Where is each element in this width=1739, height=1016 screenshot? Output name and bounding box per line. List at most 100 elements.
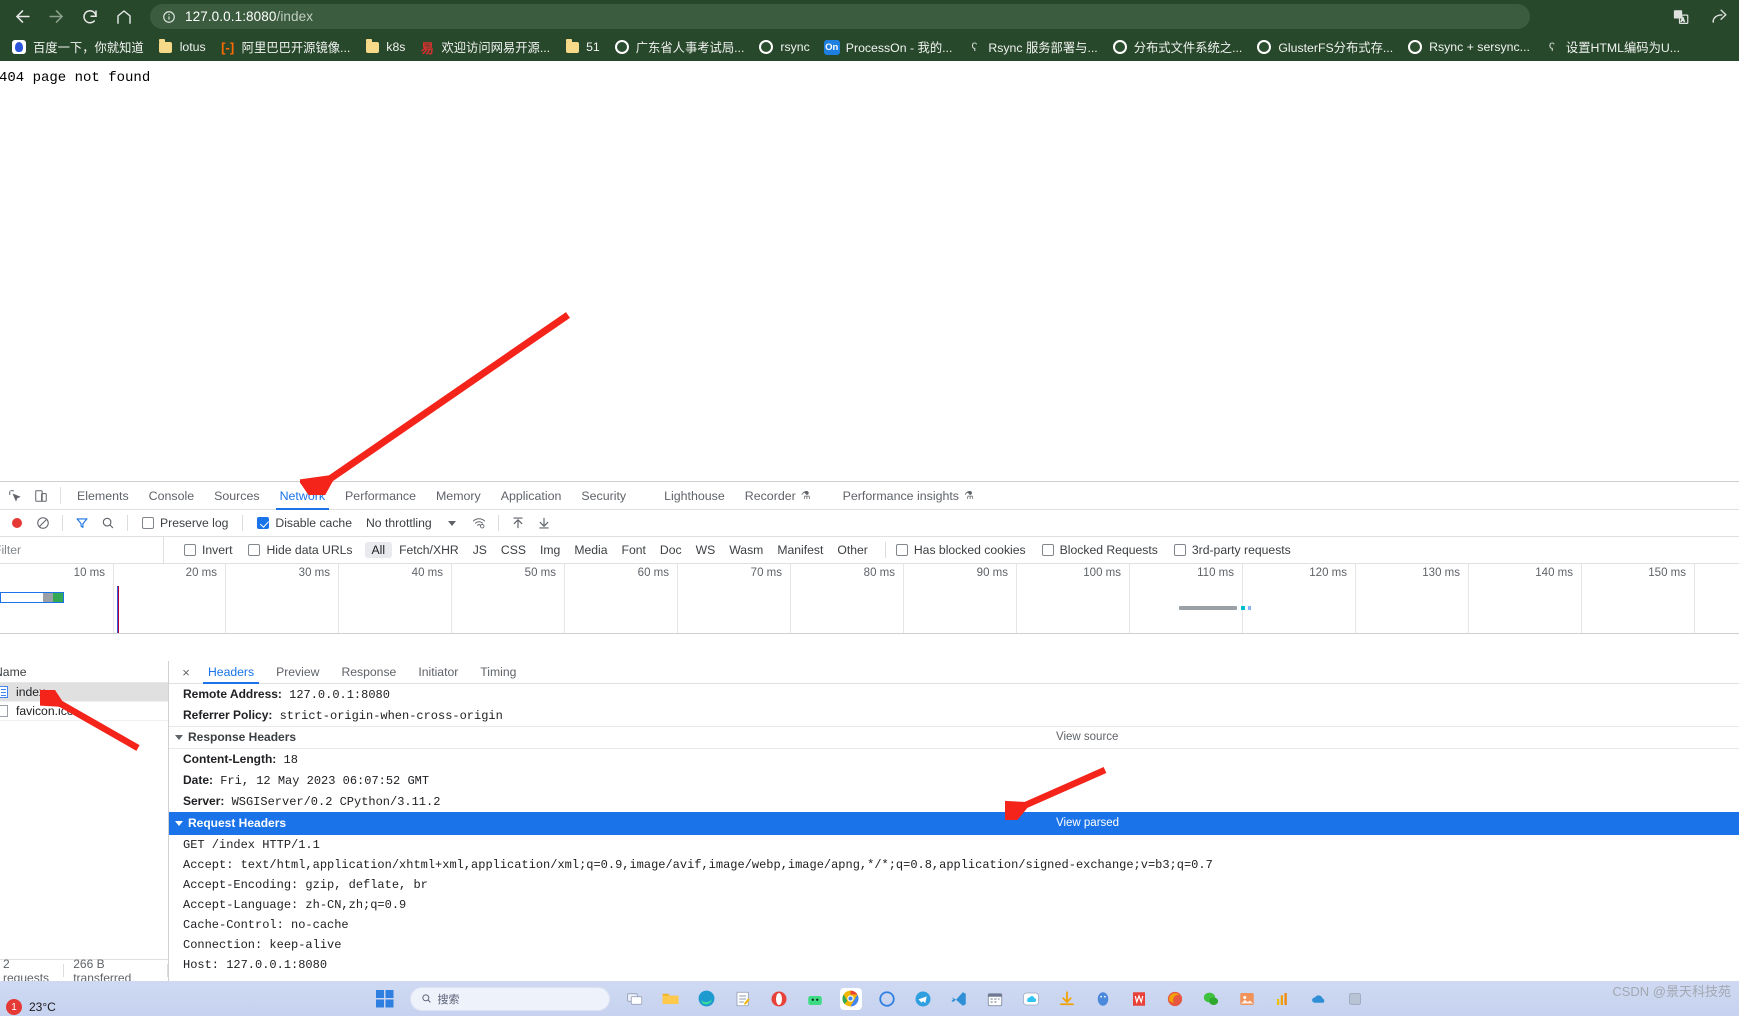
request-row-index[interactable]: index (0, 683, 168, 702)
preserve-log-checkbox[interactable]: Preserve log (134, 516, 236, 530)
share-icon[interactable] (1705, 3, 1733, 31)
checkbox-box[interactable] (1173, 544, 1186, 556)
forward-button[interactable] (40, 2, 72, 32)
record-button[interactable] (4, 511, 30, 535)
photos-icon[interactable] (1236, 988, 1258, 1010)
filter-type-img[interactable]: Img (533, 542, 567, 558)
start-button-icon[interactable] (374, 988, 396, 1010)
third-party-requests-checkbox[interactable]: 3rd-party requests (1166, 543, 1299, 557)
bookmark-item[interactable]: 百度一下，你就知道 (4, 36, 151, 58)
bookmark-item[interactable]: 分布式文件系统之... (1105, 36, 1250, 58)
bookmark-item[interactable]: ʕ Rsync 服务部署与... (959, 36, 1104, 58)
download-manager-icon[interactable] (1056, 988, 1078, 1010)
bookmark-item[interactable]: On ProcessOn - 我的... (817, 36, 960, 58)
inspect-element-icon[interactable] (2, 482, 28, 509)
tab-network[interactable]: Network (270, 482, 335, 510)
filter-type-wasm[interactable]: Wasm (722, 542, 770, 558)
filter-input[interactable]: Filter (0, 537, 164, 563)
tab-sources[interactable]: Sources (204, 482, 269, 509)
bookmark-item[interactable]: Rsync + sersync... (1400, 36, 1537, 58)
invert-checkbox[interactable]: Invert (176, 543, 240, 557)
generic-app-icon[interactable] (1344, 988, 1366, 1010)
wps-icon[interactable] (1128, 988, 1150, 1010)
filter-icon[interactable] (69, 511, 95, 535)
filter-type-js[interactable]: JS (466, 542, 494, 558)
filter-type-css[interactable]: CSS (494, 542, 533, 558)
bookmark-item[interactable]: 易欢迎访问网易开源... (412, 36, 557, 58)
view-source-link[interactable]: View source (1056, 729, 1118, 746)
filter-type-all[interactable]: All (364, 542, 393, 558)
taskbar-search-box[interactable]: 搜索 (409, 986, 610, 1011)
disable-cache-checkbox[interactable]: Disable cache (249, 516, 360, 530)
tab-memory[interactable]: Memory (426, 482, 491, 509)
bookmark-item[interactable]: [-] 阿里巴巴开源镜像... (213, 36, 358, 58)
import-har-icon[interactable] (505, 511, 531, 535)
telegram-icon[interactable] (912, 988, 934, 1010)
checkbox-box[interactable] (895, 544, 908, 556)
blocked-requests-checkbox[interactable]: Blocked Requests (1034, 543, 1166, 557)
file-explorer-icon[interactable] (660, 988, 682, 1010)
bookmark-item[interactable]: GlusterFS分布式存... (1249, 36, 1400, 58)
detail-tab-timing[interactable]: Timing (469, 661, 527, 683)
timeline-scroll-handle[interactable] (0, 592, 64, 603)
translate-icon[interactable]: 文 A (1667, 3, 1695, 31)
onedrive-icon[interactable] (1308, 988, 1330, 1010)
request-headers-title-row[interactable]: Request Headers View parsed (169, 812, 1739, 835)
has-blocked-cookies-checkbox[interactable]: Has blocked cookies (895, 543, 1034, 557)
search-icon[interactable] (95, 511, 121, 535)
checkbox-box[interactable] (248, 544, 261, 556)
chrome-icon[interactable] (839, 987, 862, 1010)
bookmark-item[interactable]: rsync (751, 36, 816, 58)
tab-recorder[interactable]: Recorder ⚗ (735, 482, 821, 509)
android-studio-icon[interactable] (804, 988, 826, 1010)
edge-icon[interactable] (696, 988, 718, 1010)
bookmark-item[interactable]: 广东省人事考试局... (607, 36, 752, 58)
notepad-icon[interactable] (732, 988, 754, 1010)
firefox-icon[interactable] (1164, 988, 1186, 1010)
tab-performance-insights[interactable]: Performance insights ⚗ (833, 482, 984, 509)
vscode-icon[interactable] (948, 988, 970, 1010)
checkbox-box[interactable] (184, 544, 196, 556)
address-bar[interactable]: 127.0.0.1:8080/index (150, 4, 1530, 29)
home-button[interactable] (108, 2, 140, 32)
task-view-icon[interactable] (624, 988, 646, 1010)
tab-elements[interactable]: Elements (67, 482, 139, 509)
tab-security[interactable]: Security (571, 482, 636, 509)
tab-lighthouse[interactable]: Lighthouse (654, 482, 735, 509)
charts-app-icon[interactable] (1272, 988, 1294, 1010)
checkbox-box[interactable] (257, 517, 270, 529)
bookmark-item[interactable]: 51 (557, 36, 607, 58)
chevron-down-icon[interactable] (175, 735, 183, 740)
chevron-down-icon[interactable] (175, 821, 183, 826)
tab-console[interactable]: Console (139, 482, 204, 509)
tab-application[interactable]: Application (491, 482, 572, 509)
bookmark-item[interactable]: ʕ 设置HTML编码为U... (1537, 36, 1687, 58)
wechat-icon[interactable] (1200, 988, 1222, 1010)
opera-icon[interactable] (768, 988, 790, 1010)
filter-type-other[interactable]: Other (830, 542, 874, 558)
taskbar-weather-widget[interactable]: 1 23°C (6, 999, 56, 1015)
network-timeline-overview[interactable]: 10 ms 20 ms 30 ms 40 ms 50 ms 60 ms 70 m… (0, 564, 1739, 634)
qq-icon[interactable] (1092, 988, 1114, 1010)
detail-tab-headers[interactable]: Headers (197, 661, 265, 684)
calendar-icon[interactable] (984, 988, 1006, 1010)
view-parsed-link[interactable]: View parsed (1056, 815, 1119, 832)
throttling-select[interactable]: No throttling (360, 516, 436, 530)
detail-tab-preview[interactable]: Preview (265, 661, 330, 683)
filter-type-fetchxhr[interactable]: Fetch/XHR (392, 542, 466, 558)
detail-tab-initiator[interactable]: Initiator (407, 661, 469, 683)
device-toolbar-icon[interactable] (28, 482, 54, 509)
checkbox-box[interactable] (1041, 544, 1054, 556)
checkbox-box[interactable] (142, 517, 154, 529)
cloud-app-icon[interactable] (1020, 988, 1042, 1010)
sogou-icon[interactable] (876, 988, 898, 1010)
bookmark-item[interactable]: lotus (151, 36, 213, 58)
chevron-down-icon[interactable] (447, 520, 456, 526)
detail-tab-response[interactable]: Response (330, 661, 407, 683)
tab-performance[interactable]: Performance (335, 482, 426, 509)
site-info-icon[interactable] (162, 10, 176, 24)
bookmark-item[interactable]: k8s (357, 36, 412, 58)
hide-data-urls-checkbox[interactable]: Hide data URLs (240, 543, 360, 557)
export-har-icon[interactable] (531, 511, 557, 535)
filter-type-manifest[interactable]: Manifest (770, 542, 830, 558)
